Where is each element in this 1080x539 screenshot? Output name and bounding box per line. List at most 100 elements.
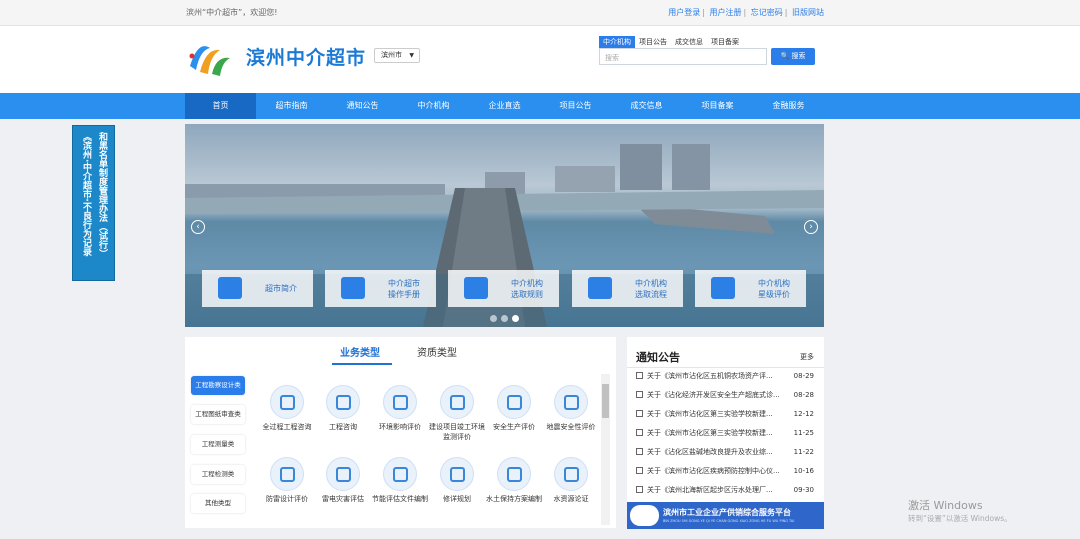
checkbox-icon <box>636 410 643 417</box>
service-item[interactable]: 地震安全性评价 <box>542 385 600 432</box>
crane-icon <box>497 457 531 491</box>
tab-business-type[interactable]: 业务类型 <box>340 344 380 359</box>
service-item[interactable]: 全过程工程咨询 <box>258 385 316 432</box>
city-value: 滨州市 <box>381 51 402 59</box>
search-tab-deal[interactable]: 成交信息 <box>671 36 707 48</box>
notice-text: 关于《滨州市沾化区第三实验学校新建... <box>647 429 773 437</box>
notice-item[interactable]: 关于《滨州市沾化区疾病预防控制中心仪... 10-16 <box>636 465 814 477</box>
services-scrollbar[interactable] <box>601 374 610 525</box>
category-other[interactable]: 其他类型 <box>191 494 245 513</box>
notice-divider <box>627 367 824 368</box>
tab-qualification-type[interactable]: 资质类型 <box>417 344 457 359</box>
card-star-rating[interactable]: 中介机构 星级评价 <box>695 270 806 307</box>
city-select[interactable]: 滨州市 ▼ <box>374 48 420 63</box>
card-selection-process[interactable]: 中介机构 选取流程 <box>572 270 683 307</box>
notice-item[interactable]: 关于《滨州市沾化区五机铜农场资产评... 08-29 <box>636 370 814 382</box>
search-input[interactable]: 搜索 <box>599 48 767 65</box>
service-label: 节能评估文件编制 <box>372 495 428 503</box>
top-links: 用户登录 | 用户注册 | 忘记密码 | 旧版网站 <box>668 8 824 17</box>
card-operation-manual[interactable]: 中介超市 操作手册 <box>325 270 436 307</box>
notice-date: 12-12 <box>793 410 814 418</box>
platform-subtitle: BIN ZHOU SHI GONG YE QI YE CHAN GONG XIA… <box>663 519 795 523</box>
checkbox-icon <box>636 372 643 379</box>
platform-banner[interactable]: 滨州市工业企业产供销综合服务平台 BIN ZHOU SHI GONG YE QI… <box>627 502 824 529</box>
header <box>0 26 1080 93</box>
category-drawing-review[interactable]: 工程图纸审查类 <box>191 405 245 424</box>
old-site-link[interactable]: 旧版网站 <box>792 8 824 17</box>
service-item[interactable]: 节能评估文件编制 <box>371 457 429 504</box>
card-label: 中介机构 星级评价 <box>758 278 790 299</box>
notice-date: 10-16 <box>793 467 814 475</box>
nav-guide[interactable]: 超市指南 <box>256 93 327 119</box>
service-label: 全过程工程咨询 <box>262 423 312 431</box>
search-tab-project[interactable]: 项目公告 <box>635 36 671 48</box>
category-testing[interactable]: 工程检测类 <box>191 465 245 484</box>
truck-icon <box>554 385 588 419</box>
service-item[interactable]: 环境影响评价 <box>371 385 429 432</box>
service-label: 修详规划 <box>443 495 471 503</box>
notice-item[interactable]: 关于《沾化区盐碱地改良提升及农业综... 11-22 <box>636 446 814 458</box>
store-icon <box>218 277 242 299</box>
site-brand: 滨州中介超市 <box>246 47 367 69</box>
category-surveying[interactable]: 工程测量类 <box>191 435 245 454</box>
scrollbar-thumb[interactable] <box>602 384 609 418</box>
notice-more-link[interactable]: 更多 <box>800 352 814 362</box>
checkbox-icon <box>636 448 643 455</box>
side-banner[interactable]: 和黑名单制度管理办法（试行） 《滨州·中介超市·不良行为记录 <box>72 125 115 281</box>
notice-date: 09-30 <box>793 486 814 494</box>
nav-filing[interactable]: 项目备案 <box>682 93 753 119</box>
nav-home[interactable]: 首页 <box>185 93 256 119</box>
mail-icon <box>326 385 360 419</box>
service-item[interactable]: 安全生产评价 <box>485 385 543 432</box>
top-bar: 滨州“中介超市”，欢迎您! 用户登录 | 用户注册 | 忘记密码 | 旧版网站 <box>0 0 1080 26</box>
notice-text: 关于《滨州市沾化区第三实验学校新建... <box>647 410 773 418</box>
service-item[interactable]: 建设项目竣工环境监测评价 <box>428 385 486 442</box>
service-item[interactable]: 防雷设计评价 <box>258 457 316 504</box>
notice-item[interactable]: 关于《滨州市沾化区第三实验学校新建... 12-12 <box>636 408 814 420</box>
search-button[interactable]: 🔍 搜索 <box>771 48 815 65</box>
document-icon <box>464 277 488 299</box>
platform-title: 滨州市工业企业产供销综合服务平台 <box>663 508 791 517</box>
card-market-intro[interactable]: 超市简介 <box>202 270 313 307</box>
nav-enterprise[interactable]: 企业直选 <box>469 93 540 119</box>
search-tab-agency[interactable]: 中介机构 <box>599 36 635 48</box>
notice-item[interactable]: 关于《沾化经济开发区安全生产超底式诊... 08-28 <box>636 389 814 401</box>
register-link[interactable]: 用户注册 <box>710 8 742 17</box>
login-link[interactable]: 用户登录 <box>668 8 700 17</box>
service-item[interactable]: 水资源论证 <box>542 457 600 504</box>
nav-deal[interactable]: 成交信息 <box>611 93 682 119</box>
service-item[interactable]: 工程咨询 <box>314 385 372 432</box>
card-label: 超市简介 <box>265 284 297 293</box>
monitor-icon <box>383 385 417 419</box>
service-label: 雷电灾害评估 <box>322 495 364 503</box>
nav-notice[interactable]: 通知公告 <box>327 93 398 119</box>
service-item[interactable]: 雷电灾害评估 <box>314 457 372 504</box>
lightning-rod-icon <box>326 457 360 491</box>
category-survey-design[interactable]: 工程勘察设计类 <box>191 376 245 395</box>
service-item[interactable]: 修详规划 <box>428 457 486 504</box>
nav-project[interactable]: 项目公告 <box>540 93 611 119</box>
forgot-password-link[interactable]: 忘记密码 <box>751 8 783 17</box>
carousel-dot-3[interactable] <box>512 315 519 322</box>
carousel-next-button[interactable]: › <box>804 220 818 234</box>
carousel-dot-2[interactable] <box>501 315 508 322</box>
cloud-icon <box>630 505 659 526</box>
nav-agency[interactable]: 中介机构 <box>398 93 469 119</box>
card-selection-rules[interactable]: 中介机构 选取规则 <box>448 270 559 307</box>
flask-icon <box>440 457 474 491</box>
welcome-text: 滨州“中介超市”，欢迎您! <box>186 8 278 17</box>
carousel-prev-button[interactable]: ‹ <box>191 220 205 234</box>
nav-finance[interactable]: 金融服务 <box>753 93 824 119</box>
card-label: 中介超市 操作手册 <box>388 278 420 299</box>
notice-date: 11-25 <box>793 429 814 437</box>
notice-item[interactable]: 关于《滨州北海新区起步区污水处理厂... 09-30 <box>636 484 814 496</box>
service-item[interactable]: 水土保持方案编制 <box>485 457 543 504</box>
side-banner-line-1: 和黑名单制度管理办法（试行） <box>97 132 107 258</box>
notice-date: 08-29 <box>793 372 814 380</box>
notice-item[interactable]: 关于《滨州市沾化区第三实验学校新建... 11-25 <box>636 427 814 439</box>
shield-icon <box>497 385 531 419</box>
service-label: 建设项目竣工环境监测评价 <box>429 423 485 441</box>
site-logo[interactable] <box>186 36 232 78</box>
search-tab-filing[interactable]: 项目备案 <box>707 36 743 48</box>
carousel-dot-1[interactable] <box>490 315 497 322</box>
